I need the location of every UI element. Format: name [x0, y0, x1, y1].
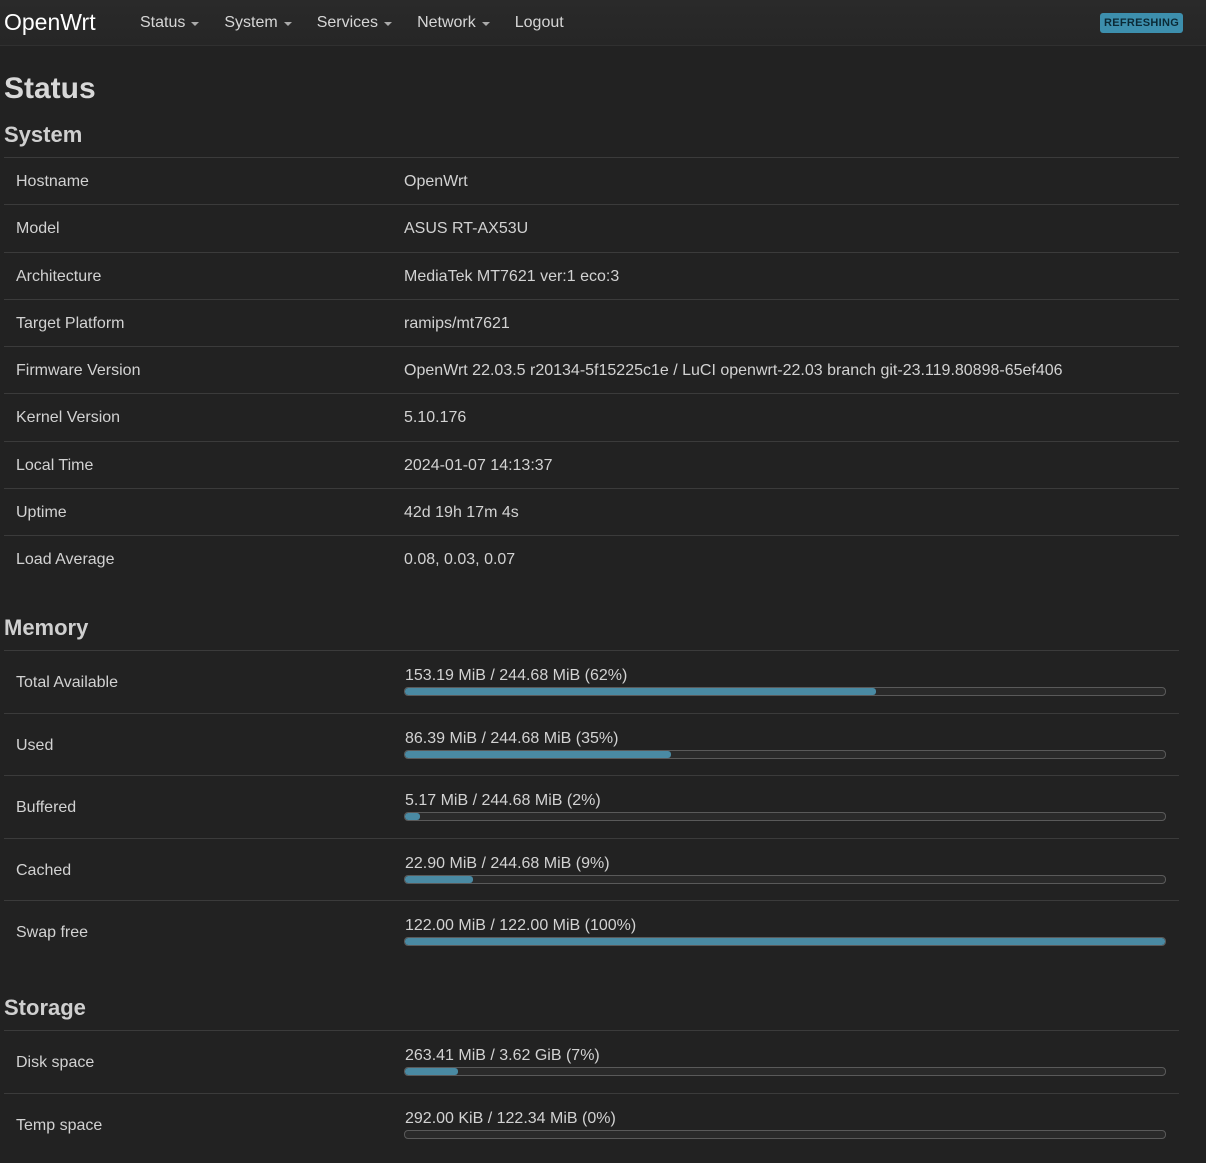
row-value: OpenWrt [404, 173, 468, 190]
menu-logout-label: Logout [514, 14, 564, 31]
usage-text: 153.19 MiB / 244.68 MiB (62%) [405, 667, 628, 684]
menu-network-label: Network [417, 14, 476, 31]
row-value: 2024-01-07 14:13:37 [404, 456, 553, 474]
chevron-down-icon [191, 22, 200, 26]
memory-row-total-available: Total Available 153.19 MiB / 244.68 MiB (… [4, 651, 1179, 714]
memory-row-buffered: Buffered 5.17 MiB / 244.68 MiB (2%) [4, 776, 1179, 839]
row-label: Architecture [16, 267, 102, 285]
progress-fill [405, 750, 671, 758]
row-label: Target Platform [16, 314, 125, 332]
progress-track [404, 937, 1166, 946]
row-label: Disk space [16, 1054, 95, 1071]
row-label: Cached [16, 861, 72, 879]
memory-table: Total Available 153.19 MiB / 244.68 MiB (… [4, 650, 1179, 964]
system-row-architecture: Architecture MediaTek MT7621 ver:1 eco:3 [4, 253, 1179, 300]
row-value: MediaTek MT7621 ver:1 eco:3 [404, 267, 620, 285]
row-label: Local Time [16, 456, 94, 474]
row-label: Total Available [16, 674, 118, 691]
memory-section-title: Memory [4, 615, 89, 640]
menu-system[interactable]: System [224, 12, 292, 34]
row-value: OpenWrt 22.03.5 r20134-5f15225c1e / LuCI… [404, 362, 1063, 380]
usage-bar: 122.00 MiB / 122.00 MiB (100%) [404, 917, 1166, 946]
usage-bar: 263.41 MiB / 3.62 GiB (7%) [404, 1047, 1166, 1076]
row-label: Swap free [16, 924, 89, 941]
storage-table: Disk space 263.41 MiB / 3.62 GiB (7%) Temp… [4, 1030, 1179, 1156]
menu-system-label: System [224, 14, 278, 31]
row-value: ramips/mt7621 [404, 314, 510, 332]
menu-services-label: Services [316, 14, 379, 31]
usage-bar: 86.39 MiB / 244.68 MiB (35%) [404, 730, 1166, 759]
usage-bar: 292.00 KiB / 122.34 MiB (0%) [404, 1110, 1166, 1139]
brand-logo[interactable]: OpenWrt [4, 8, 96, 36]
progress-fill [405, 813, 421, 820]
storage-row-disk-space: Disk space 263.41 MiB / 3.62 GiB (7%) [4, 1031, 1179, 1094]
row-label: Buffered [16, 799, 77, 816]
system-row-kernel-version: Kernel Version 5.10.176 [4, 394, 1179, 442]
row-label: Load Average [16, 551, 115, 569]
menu-status-label: Status [140, 14, 186, 31]
system-row-uptime: Uptime 42d 19h 17m 4s [4, 489, 1179, 537]
row-label: Used [16, 736, 54, 754]
system-row-local-time: Local Time 2024-01-07 14:13:37 [4, 442, 1179, 490]
system-table: Hostname OpenWrt Model ASUS RT-AX53U Archite… [4, 157, 1179, 584]
chevron-down-icon [384, 22, 393, 26]
menu-status[interactable]: Status [140, 12, 200, 34]
usage-bar: 22.90 MiB / 244.68 MiB (9%) [404, 855, 1166, 884]
chevron-down-icon [283, 22, 292, 26]
memory-row-used: Used 86.39 MiB / 244.68 MiB (35%) [4, 714, 1179, 776]
progress-fill [405, 938, 1165, 945]
memory-row-cached: Cached 22.90 MiB / 244.68 MiB (9%) [4, 839, 1179, 901]
progress-track [404, 687, 1166, 696]
progress-track [404, 812, 1166, 821]
row-label: Hostname [16, 173, 89, 190]
usage-bar: 153.19 MiB / 244.68 MiB (62%) [404, 667, 1166, 696]
system-row-firmware-version: Firmware Version OpenWrt 22.03.5 r20134-5… [4, 347, 1179, 395]
usage-text: 5.17 MiB / 244.68 MiB (2%) [405, 792, 601, 809]
row-label: Temp space [16, 1116, 103, 1134]
memory-row-swap-free: Swap free 122.00 MiB / 122.00 MiB (100%) [4, 901, 1179, 964]
chevron-down-icon [481, 22, 490, 26]
page-title: Status [4, 72, 96, 105]
row-label: Uptime [16, 504, 67, 522]
refreshing-badge[interactable]: REFRESHING [1100, 13, 1184, 33]
progress-track [404, 1129, 1166, 1139]
system-row-load-average: Load Average 0.08, 0.03, 0.07 [4, 536, 1179, 583]
row-value: 0.08, 0.03, 0.07 [404, 551, 516, 569]
usage-text: 292.00 KiB / 122.34 MiB (0%) [405, 1109, 616, 1127]
usage-text: 122.00 MiB / 122.00 MiB (100%) [405, 917, 637, 934]
usage-text: 263.41 MiB / 3.62 GiB (7%) [405, 1047, 600, 1064]
menu-logout[interactable]: Logout [515, 12, 564, 34]
row-label: Kernel Version [16, 409, 121, 427]
menu-network[interactable]: Network [417, 12, 490, 34]
storage-section-title: Storage [4, 995, 86, 1020]
progress-fill [405, 875, 474, 883]
menu-services[interactable]: Services [316, 12, 393, 34]
usage-text: 22.90 MiB / 244.68 MiB (9%) [405, 854, 610, 872]
system-row-model: Model ASUS RT-AX53U [4, 205, 1179, 253]
usage-text: 86.39 MiB / 244.68 MiB (35%) [405, 729, 619, 747]
row-label: Model [16, 220, 60, 238]
progress-track [404, 1067, 1166, 1076]
system-section-title: System [4, 122, 83, 147]
row-value: 5.10.176 [404, 409, 467, 427]
system-row-hostname: Hostname OpenWrt [4, 158, 1179, 206]
progress-fill [405, 1068, 459, 1075]
row-label: Firmware Version [16, 362, 141, 380]
progress-track [404, 874, 1166, 884]
main-menu: Status System Services Network Logout [140, 12, 589, 34]
navbar: OpenWrt Status System Services Network L… [0, 0, 1206, 46]
storage-row-temp-space: Temp space 292.00 KiB / 122.34 MiB (0%) [4, 1094, 1179, 1157]
row-value: 42d 19h 17m 4s [404, 504, 519, 522]
progress-fill [405, 688, 877, 695]
system-row-target-platform: Target Platform ramips/mt7621 [4, 300, 1179, 348]
row-value: ASUS RT-AX53U [404, 220, 529, 238]
usage-bar: 5.17 MiB / 244.68 MiB (2%) [404, 792, 1166, 821]
progress-track [404, 749, 1166, 759]
